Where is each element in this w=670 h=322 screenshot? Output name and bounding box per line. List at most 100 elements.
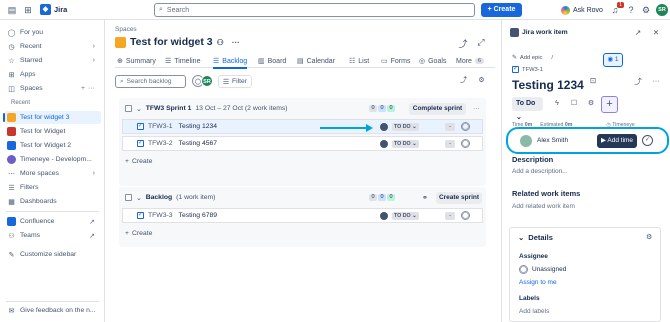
chevron-down-icon[interactable]: ⌄ xyxy=(136,105,142,113)
tab-board[interactable]: ▥ Board xyxy=(258,54,286,68)
backlog-select-checkbox[interactable] xyxy=(125,194,132,201)
jira-logo[interactable]: ◆ Jira xyxy=(40,4,67,15)
issue-key-breadcrumb[interactable]: TFW3-1 xyxy=(512,65,543,73)
issue-title[interactable]: Testing 4567 xyxy=(179,140,218,147)
status-dropdown[interactable]: TO DO ⌄ xyxy=(392,212,419,220)
create-button[interactable]: + Create xyxy=(481,3,522,17)
more-actions-icon[interactable]: ··· xyxy=(232,38,240,47)
create-sprint-button[interactable]: Create sprint xyxy=(436,191,482,204)
chevron-down-icon[interactable]: ⌄ xyxy=(136,194,142,202)
filter-button[interactable]: ☰ Filter xyxy=(218,75,252,88)
sidebar-item-test-for-widget-3[interactable]: Test for widget 3 xyxy=(3,111,101,124)
sidebar-item-teams[interactable]: ⚇ Teams ↗ xyxy=(4,229,101,242)
more-icon[interactable]: ··· xyxy=(88,85,95,92)
sidebar-item-recent[interactable]: ◷ Recent › xyxy=(4,40,101,53)
sidebar-toggle-icon[interactable]: ▤ xyxy=(7,5,17,15)
add-button[interactable]: + xyxy=(601,96,618,113)
open-external-icon[interactable]: ↗ xyxy=(633,28,643,37)
sidebar-item-apps[interactable]: ⊞ Apps xyxy=(4,68,101,81)
sidebar-item-customize[interactable]: ✎ Customize sidebar xyxy=(4,248,101,261)
check-circle-icon[interactable]: ✓ xyxy=(642,135,653,146)
automation-icon[interactable]: ϟ xyxy=(551,98,563,110)
checklist-icon[interactable]: ☐ xyxy=(568,98,580,110)
sidebar-item-test-for-widget-2[interactable]: Test for Widget 2 xyxy=(4,139,101,152)
avatar-filter-group[interactable]: ◯ SR xyxy=(192,75,213,87)
team-icon[interactable]: ⚇ xyxy=(217,38,224,47)
issue-title[interactable]: Testing 1234 xyxy=(179,123,218,130)
add-related-link[interactable]: Add related work item xyxy=(512,203,575,210)
status-dropdown[interactable]: TO DO ⌄ xyxy=(392,140,419,148)
tab-forms[interactable]: ▭ Forms xyxy=(381,54,410,68)
tab-calendar[interactable]: ▤ Calendar xyxy=(297,54,335,68)
link-icon[interactable]: ⚭ xyxy=(422,194,428,202)
timeneye-icon[interactable] xyxy=(380,123,388,131)
assignee-value[interactable]: ◯ Unassigned xyxy=(519,265,566,274)
description-input[interactable]: Add a description... xyxy=(512,168,568,175)
timeneye-icon[interactable] xyxy=(380,140,388,148)
issue-row-tfw3-1[interactable]: TFW3-1 Testing 1234 TO DO ⌄ - ◯ xyxy=(122,119,483,134)
settings-icon[interactable]: ⚙ xyxy=(585,98,597,110)
backlog-create-button[interactable]: + Create xyxy=(125,230,152,237)
lock-icon[interactable]: ⊡ xyxy=(588,76,598,85)
close-icon[interactable]: ✕ xyxy=(651,28,661,37)
tab-summary[interactable]: ⊕ Summary xyxy=(117,54,156,68)
sidebar-item-confluence[interactable]: Confluence ↗ xyxy=(4,215,101,228)
tab-timeline[interactable]: ☰ Timeline xyxy=(165,54,200,68)
status-dropdown[interactable]: To Do ⌄ xyxy=(512,97,543,121)
tab-more[interactable]: More 6 xyxy=(456,54,485,68)
insights-icon[interactable]: ⤴ xyxy=(457,75,470,88)
sidebar-item-dashboards[interactable]: ▦ Dashboards xyxy=(4,195,101,208)
issue-row-tfw3-2[interactable]: TFW3-2 Testing 4567 TO DO ⌄ - ◯ xyxy=(122,136,483,151)
backlog-search-input[interactable]: ⌕ Search backlog xyxy=(115,75,186,88)
add-time-button[interactable]: ▶ Add time xyxy=(597,134,637,148)
issue-row-tfw3-3[interactable]: TFW3-3 Testing 6789 TO DO ⌄ - ◯ xyxy=(122,208,483,223)
user-avatar[interactable]: SR xyxy=(201,75,213,87)
sprint-select-checkbox[interactable] xyxy=(125,105,132,112)
sidebar-item-more-spaces[interactable]: ⋯ More spaces › xyxy=(4,167,101,180)
tab-backlog[interactable]: ☰ Backlog xyxy=(213,54,248,69)
estimate-pill[interactable]: - xyxy=(445,123,455,131)
global-search-input[interactable]: ⌕ Search xyxy=(154,3,475,17)
assign-to-me-link[interactable]: Assign to me xyxy=(519,279,557,286)
sidebar-item-for-you[interactable]: ◯ For you xyxy=(4,26,101,39)
add-space-icon[interactable]: + xyxy=(81,85,85,92)
configure-icon[interactable]: ⚙ xyxy=(646,233,652,241)
issue-key[interactable]: TFW3-2 xyxy=(148,140,173,147)
labels-input[interactable]: Add labels xyxy=(519,308,549,315)
work-item-title[interactable]: Testing 1234 xyxy=(512,78,584,92)
sidebar-item-spaces[interactable]: ◫ Spaces + ··· xyxy=(4,82,101,95)
assignee-icon[interactable]: ◯ xyxy=(461,139,470,148)
share-icon[interactable]: ⤴ xyxy=(457,37,469,50)
estimate-pill[interactable]: - xyxy=(445,212,455,220)
app-switcher-icon[interactable]: ⊞ xyxy=(23,5,33,15)
sidebar-item-filters[interactable]: ☰ Filters xyxy=(4,181,101,194)
assignee-icon[interactable]: ◯ xyxy=(461,211,470,220)
status-dropdown[interactable]: TO DO ⌄ xyxy=(392,123,419,131)
more-actions-icon[interactable]: ··· xyxy=(651,76,661,85)
issue-title[interactable]: Testing 6789 xyxy=(179,212,218,219)
tab-list[interactable]: ☷ List xyxy=(349,54,369,68)
watch-button[interactable]: ◉ 1 xyxy=(603,53,623,67)
details-header[interactable]: ⌄ Details xyxy=(518,233,553,242)
help-icon[interactable]: ? xyxy=(626,5,636,15)
issue-key[interactable]: TFW3-1 xyxy=(148,123,173,130)
view-settings-icon[interactable]: ⚙ xyxy=(475,75,488,88)
sprint-create-button[interactable]: + Create xyxy=(125,158,152,165)
feedback-link[interactable]: ✉ Give feedback on the n... xyxy=(4,304,101,317)
share-icon[interactable]: ⤴ xyxy=(633,76,643,87)
sidebar-item-starred[interactable]: ☆ Starred › xyxy=(4,54,101,67)
complete-sprint-button[interactable]: Complete sprint xyxy=(409,102,466,115)
timeneye-icon[interactable] xyxy=(380,212,388,220)
ask-rovo-button[interactable]: Ask Rovo xyxy=(561,3,603,17)
breadcrumb[interactable]: Spaces xyxy=(115,26,137,33)
fullscreen-icon[interactable]: ⤢ xyxy=(475,37,487,48)
sidebar-item-test-for-widget[interactable]: Test for Widget xyxy=(4,125,101,138)
add-epic-breadcrumb[interactable]: ✎ Add epic / xyxy=(512,55,553,61)
sidebar-item-timeneye[interactable]: Timeneye - Developm... xyxy=(4,153,101,166)
settings-icon[interactable]: ⚙ xyxy=(641,5,651,15)
assignee-icon[interactable]: ◯ xyxy=(461,122,470,131)
issue-key[interactable]: TFW3-3 xyxy=(148,212,173,219)
sprint-more-icon[interactable]: ··· xyxy=(473,105,480,112)
tab-goals[interactable]: ◎ Goals xyxy=(419,54,446,68)
user-avatar[interactable]: SR xyxy=(656,4,668,16)
